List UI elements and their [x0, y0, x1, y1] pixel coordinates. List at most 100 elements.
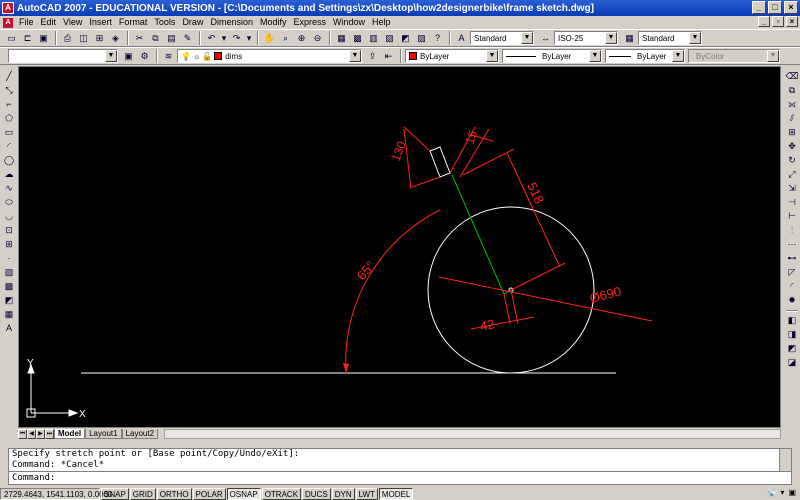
gradient-icon[interactable]: ▩ — [2, 280, 16, 293]
publish-icon[interactable]: ⊞ — [92, 31, 107, 46]
doc-minimize-button[interactable]: _ — [758, 16, 770, 27]
menu-dimension[interactable]: Dimension — [207, 16, 257, 29]
autocad-app-icon[interactable]: A — [2, 2, 14, 14]
lwt-toggle[interactable]: LWT — [355, 487, 378, 500]
prev-tab-icon[interactable]: ◀ — [27, 428, 36, 439]
clean-screen-icon[interactable]: ▣ — [788, 488, 796, 497]
rectangle-icon[interactable]: ▭ — [2, 126, 16, 139]
3d-dwf-icon[interactable]: ◈ — [108, 31, 123, 46]
offset-icon[interactable]: ⫽ — [785, 112, 799, 125]
ellipse-icon[interactable]: ⬭ — [2, 196, 16, 209]
grid-toggle[interactable]: GRID — [129, 487, 156, 500]
redo-dropdown-icon[interactable]: ▾ — [245, 31, 253, 46]
first-tab-icon[interactable]: ⏮ — [18, 428, 27, 439]
horizontal-scrollbar[interactable] — [164, 428, 781, 439]
cut-icon[interactable]: ✂ — [132, 31, 147, 46]
draw-order-below-icon[interactable]: ◪ — [785, 356, 799, 369]
tray-menu-icon[interactable]: ▾ — [780, 488, 784, 497]
spline-icon[interactable]: ∿ — [2, 182, 16, 195]
markup-icon[interactable]: ◩ — [398, 31, 413, 46]
layer-manager-icon[interactable]: ≋ — [161, 49, 176, 64]
design-center-icon[interactable]: ▩ — [350, 31, 365, 46]
pan-icon[interactable]: ✋ — [262, 31, 277, 46]
undo-dropdown-icon[interactable]: ▾ — [220, 31, 228, 46]
close-button[interactable]: × — [784, 1, 798, 14]
ellipse-arc-icon[interactable]: ◡ — [2, 210, 16, 223]
workspace-select[interactable]: ▼ — [8, 49, 118, 63]
construction-line-icon[interactable]: ⤡ — [2, 84, 16, 97]
rotate-icon[interactable]: ↻ — [785, 154, 799, 167]
draw-order-front-icon[interactable]: ◧ — [785, 314, 799, 327]
new-icon[interactable]: ▭ — [4, 31, 19, 46]
undo-icon[interactable]: ↶ — [204, 31, 219, 46]
workspace-gear-icon[interactable]: ⚙ — [137, 49, 152, 64]
drawing-canvas[interactable]: 130 15 518 Ø690 42 65° Y X — [18, 66, 781, 428]
redo-icon[interactable]: ↷ — [229, 31, 244, 46]
ducs-toggle[interactable]: DUCS — [302, 487, 331, 500]
layer-select[interactable]: 💡 ☼ 🔓 dims ▼ — [177, 49, 362, 63]
layer-previous-icon[interactable]: ⇤ — [381, 49, 396, 64]
menu-file[interactable]: File — [16, 16, 38, 29]
maximize-button[interactable]: □ — [768, 1, 782, 14]
chamfer-icon[interactable]: ◸ — [785, 266, 799, 279]
table-icon[interactable]: ▦ — [2, 308, 16, 321]
circle-icon[interactable]: ◯ — [2, 154, 16, 167]
coordinate-display[interactable]: 2729.4643, 1541.1103, 0.0000 — [0, 487, 112, 500]
document-icon[interactable]: A — [3, 17, 13, 28]
snap-toggle[interactable]: SNAP — [101, 487, 129, 500]
polygon-icon[interactable]: ⬠ — [2, 112, 16, 125]
insert-block-icon[interactable]: ⊡ — [2, 224, 16, 237]
calculator-icon[interactable]: ▨ — [414, 31, 429, 46]
help-icon[interactable]: ? — [430, 31, 445, 46]
chevron-down-icon[interactable]: ▼ — [486, 50, 498, 62]
chevron-down-icon[interactable]: ▼ — [672, 50, 684, 62]
menu-view[interactable]: View — [60, 16, 86, 29]
table-style-select[interactable]: Standard ▼ — [638, 31, 702, 45]
arc-icon[interactable]: ◜ — [2, 140, 16, 153]
break-at-point-icon[interactable]: ⫶ — [785, 224, 799, 237]
mirror-icon[interactable]: ⟗ — [785, 98, 799, 111]
menu-insert[interactable]: Insert — [86, 16, 116, 29]
menu-draw[interactable]: Draw — [179, 16, 207, 29]
array-icon[interactable]: ⊞ — [785, 126, 799, 139]
menu-format[interactable]: Format — [116, 16, 152, 29]
tab-layout1[interactable]: Layout1 — [85, 428, 122, 439]
text-style-select[interactable]: Standard ▼ — [470, 31, 534, 45]
ortho-toggle[interactable]: ORTHO — [156, 487, 192, 500]
menu-window[interactable]: Window — [330, 16, 369, 29]
osnap-toggle[interactable]: OSNAP — [226, 487, 261, 500]
last-tab-icon[interactable]: ⏭ — [45, 428, 54, 439]
save-icon[interactable]: ▣ — [36, 31, 51, 46]
polar-toggle[interactable]: POLAR — [192, 487, 226, 500]
move-icon[interactable]: ✥ — [785, 140, 799, 153]
tab-model[interactable]: Model — [54, 428, 86, 439]
make-object-layer-current-icon[interactable]: ⇪ — [365, 49, 380, 64]
join-icon[interactable]: ⊷ — [785, 252, 799, 265]
communication-center-icon[interactable]: 📡 — [766, 488, 776, 497]
zoom-previous-icon[interactable]: ⊖ — [310, 31, 325, 46]
plot-icon[interactable]: ⎙ — [60, 31, 75, 46]
command-input[interactable]: Command: — [9, 471, 791, 484]
draw-order-back-icon[interactable]: ◨ — [785, 328, 799, 341]
explode-icon[interactable]: ✸ — [785, 294, 799, 307]
color-select[interactable]: ByLayer ▼ — [405, 49, 499, 63]
menu-tools[interactable]: Tools — [151, 16, 179, 29]
line-icon[interactable]: ╱ — [2, 70, 16, 83]
hatch-icon[interactable]: ▨ — [2, 266, 16, 279]
plot-preview-icon[interactable]: ◫ — [76, 31, 91, 46]
tab-layout2[interactable]: Layout2 — [121, 428, 159, 439]
stretch-icon[interactable]: ⇲ — [785, 182, 799, 195]
region-icon[interactable]: ◩ — [2, 294, 16, 307]
polyline-icon[interactable]: ⌐ — [2, 98, 16, 111]
copy-object-icon[interactable]: ⧉ — [785, 84, 799, 97]
multiline-text-icon[interactable]: A — [2, 322, 16, 335]
minimize-button[interactable]: _ — [752, 1, 766, 14]
menu-edit[interactable]: Edit — [38, 16, 61, 29]
chevron-down-icon[interactable]: ▼ — [105, 50, 117, 62]
doc-close-button[interactable]: × — [786, 16, 798, 27]
extend-icon[interactable]: ⊢ — [785, 210, 799, 223]
chevron-down-icon[interactable]: ▼ — [605, 32, 617, 44]
chevron-down-icon[interactable]: ▼ — [689, 32, 701, 44]
match-properties-icon[interactable]: ✎ — [180, 31, 195, 46]
chevron-down-icon[interactable]: ▼ — [521, 32, 533, 44]
